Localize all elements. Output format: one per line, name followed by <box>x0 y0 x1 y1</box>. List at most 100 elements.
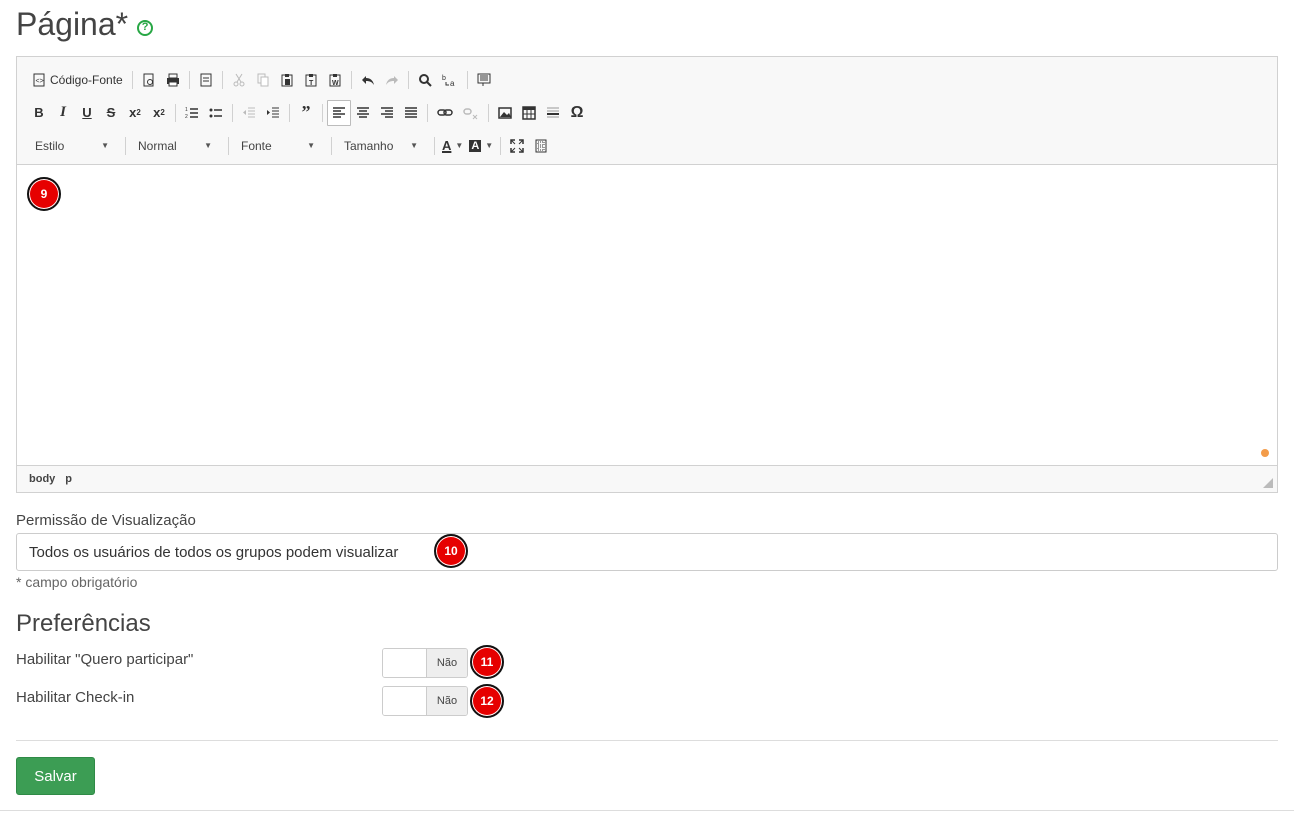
background-color-button[interactable]: A ▼ <box>466 139 496 152</box>
toolbar-separator <box>131 70 133 89</box>
unlink-button[interactable] <box>458 100 484 126</box>
toolbar-separator <box>500 136 502 155</box>
bold-button[interactable]: B <box>27 100 51 126</box>
superscript-button[interactable]: x2 <box>147 100 171 126</box>
find-button[interactable] <box>413 67 437 93</box>
toggle-knob <box>383 687 426 715</box>
toolbar-separator <box>331 136 332 155</box>
svg-text:2: 2 <box>185 114 188 120</box>
toolbar-separator <box>407 70 409 89</box>
participate-label: Habilitar "Quero participar" <box>16 651 194 668</box>
editor-content-area[interactable]: 9 <box>17 165 1277 465</box>
background-color-icon: A <box>469 139 482 152</box>
bulleted-list-icon <box>209 108 222 117</box>
help-icon[interactable]: ? <box>137 19 154 36</box>
style-select-value: Estilo <box>35 138 65 153</box>
replace-icon: ba <box>442 75 455 87</box>
align-left-icon <box>333 106 345 118</box>
toolbar-separator <box>427 103 428 122</box>
chevron-down-icon: ▼ <box>455 141 464 150</box>
annotation-badge: 10 <box>434 534 468 568</box>
toggle-state: Não <box>426 687 467 715</box>
checkin-toggle[interactable]: Não <box>382 686 468 716</box>
chevron-down-icon: ▼ <box>485 141 494 150</box>
toolbar-separator <box>188 70 190 89</box>
special-char-button[interactable]: Ω <box>565 100 589 126</box>
show-blocks-button[interactable] <box>529 133 553 159</box>
copy-button[interactable] <box>251 67 275 93</box>
paste-text-icon: T <box>305 73 317 87</box>
image-icon <box>498 106 512 119</box>
paste-button[interactable] <box>275 67 299 93</box>
select-all-button[interactable] <box>472 67 496 93</box>
page-title: Página* ? <box>16 6 154 43</box>
source-icon: <> <box>33 73 45 86</box>
strikethrough-button[interactable]: S <box>99 100 123 126</box>
horizontal-rule-button[interactable] <box>541 100 565 126</box>
svg-text:<>: <> <box>36 78 44 85</box>
align-center-button[interactable] <box>351 100 375 126</box>
cut-button[interactable] <box>227 67 251 93</box>
text-color-button[interactable]: A ▼ <box>439 138 466 153</box>
replace-button[interactable]: ba <box>437 67 463 93</box>
italic-button[interactable]: I <box>51 100 75 126</box>
editor-toolbar: <> Código-Fonte T W b a B I U S x 2 x 2 … <box>17 57 1277 165</box>
align-right-button[interactable] <box>375 100 399 126</box>
status-dot-icon <box>1261 449 1269 457</box>
show-blocks-icon <box>535 139 547 152</box>
print-button[interactable] <box>161 67 185 93</box>
toolbar-separator <box>228 136 229 155</box>
rich-text-editor: <> Código-Fonte T W b a B I U S x 2 x 2 … <box>16 56 1278 493</box>
toolbar-separator <box>434 136 435 155</box>
paste-text-button[interactable]: T <box>299 67 323 93</box>
redo-button[interactable] <box>380 67 404 93</box>
visibility-select[interactable]: Todos os usuários de todos os grupos pod… <box>16 533 1278 571</box>
annotation-badge: 12 <box>470 684 504 718</box>
undo-button[interactable] <box>356 67 380 93</box>
paste-word-button[interactable]: W <box>323 67 347 93</box>
horizontal-rule-icon <box>547 107 559 117</box>
redo-icon <box>385 75 398 85</box>
unlink-icon <box>463 107 478 119</box>
align-center-icon <box>357 106 369 118</box>
image-button[interactable] <box>493 100 517 126</box>
table-icon <box>522 105 536 120</box>
svg-text:W: W <box>332 80 339 87</box>
templates-button[interactable] <box>194 67 218 93</box>
justify-button[interactable] <box>399 100 423 126</box>
preview-button[interactable] <box>137 67 161 93</box>
path-item-body[interactable]: body <box>29 473 55 485</box>
maximize-button[interactable] <box>505 133 529 159</box>
subscript-button[interactable]: x2 <box>123 100 147 126</box>
resize-handle-icon[interactable] <box>1263 478 1273 488</box>
save-button[interactable]: Salvar <box>16 757 95 795</box>
outdent-icon <box>243 107 255 117</box>
divider <box>0 810 1294 811</box>
table-button[interactable] <box>517 100 541 126</box>
outdent-button[interactable] <box>237 100 261 126</box>
align-right-icon <box>381 106 393 118</box>
participate-toggle[interactable]: Não <box>382 648 468 678</box>
text-color-icon: A <box>442 138 452 153</box>
checkin-label: Habilitar Check-in <box>16 689 135 706</box>
annotation-badge: 9 <box>27 177 61 211</box>
source-button[interactable]: <> Código-Fonte <box>27 67 128 93</box>
visibility-select-value: Todos os usuários de todos os grupos pod… <box>29 543 399 561</box>
size-select[interactable]: Tamanho ▼ <box>336 133 426 159</box>
numbered-list-button[interactable]: 12 <box>180 100 204 126</box>
bulleted-list-button[interactable] <box>204 100 228 126</box>
blockquote-button[interactable]: ” <box>294 100 318 126</box>
align-left-button[interactable] <box>327 99 351 126</box>
font-select[interactable]: Fonte ▼ <box>233 133 323 159</box>
page-title-text: Página* <box>16 6 129 42</box>
underline-button[interactable]: U <box>75 100 99 126</box>
indent-button[interactable] <box>261 100 285 126</box>
toolbar-separator <box>488 103 489 122</box>
toolbar-separator <box>350 70 352 89</box>
style-select[interactable]: Estilo ▼ <box>27 133 117 159</box>
format-select[interactable]: Normal ▼ <box>130 133 220 159</box>
link-button[interactable] <box>432 100 458 126</box>
path-item-p[interactable]: p <box>65 473 72 485</box>
chevron-down-icon: ▼ <box>204 141 212 150</box>
editor-path-bar: body p <box>17 465 1277 492</box>
